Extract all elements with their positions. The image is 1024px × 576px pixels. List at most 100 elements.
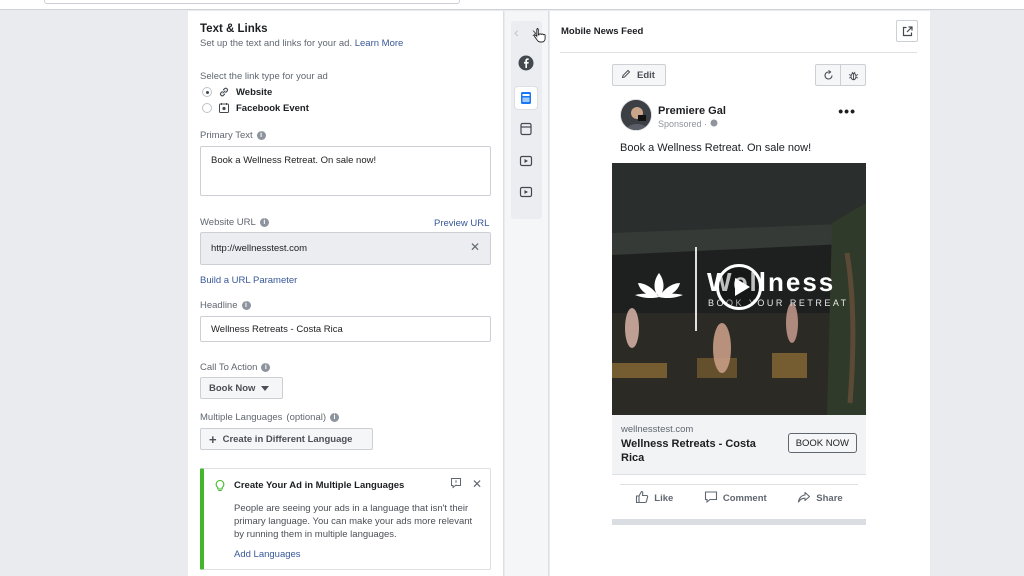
- globe-icon: [710, 119, 718, 129]
- primary-text-label-text: Primary Text: [200, 130, 253, 141]
- clear-icon[interactable]: ✕: [470, 240, 480, 254]
- caret-down-icon: [261, 385, 270, 391]
- languages-label: Multiple Languages (optional) i: [200, 412, 340, 423]
- like-label: Like: [654, 493, 674, 504]
- website-url-field[interactable]: http://wellnesstest.com ✕: [200, 232, 491, 265]
- section-title: Text & Links: [200, 23, 268, 35]
- play-icon[interactable]: [716, 264, 762, 310]
- link-preview-bar[interactable]: wellnesstest.com Wellness Retreats - Cos…: [612, 415, 866, 475]
- refresh-icon[interactable]: [816, 65, 840, 85]
- edit-button[interactable]: Edit: [612, 64, 666, 86]
- primary-text-field[interactable]: Book a Wellness Retreat. On sale now!: [200, 146, 491, 196]
- page-name[interactable]: Premiere Gal: [658, 105, 726, 117]
- lotus-logo-icon: [635, 273, 683, 299]
- preview-tools: [815, 64, 866, 86]
- info-icon[interactable]: i: [256, 131, 266, 140]
- info-icon[interactable]: i: [241, 301, 251, 310]
- plus-icon: +: [209, 431, 217, 447]
- cta-label: Call To Action i: [200, 362, 271, 373]
- video-icon[interactable]: [515, 150, 537, 172]
- preview-divider: [560, 52, 917, 53]
- info-icon[interactable]: i: [261, 363, 271, 372]
- video-alt-icon[interactable]: [515, 181, 537, 203]
- link-icon: [218, 86, 230, 98]
- section-subtitle: Set up the text and links for your ad. L…: [200, 38, 403, 49]
- create-language-label: Create in Different Language: [222, 433, 353, 445]
- website-url-label: Website URL i: [200, 217, 269, 228]
- comment-icon: [704, 490, 718, 507]
- sponsored-label: Sponsored ·: [658, 119, 718, 129]
- text-links-panel: Text & Links Set up the text and links f…: [188, 11, 504, 576]
- story-icon[interactable]: [515, 118, 537, 140]
- headline-field[interactable]: Wellness Retreats - Costa Rica: [200, 316, 491, 342]
- pencil-icon: [621, 69, 631, 82]
- tip-actions: ✕: [450, 477, 482, 492]
- radio-label-website: Website: [236, 86, 273, 98]
- post-text: Book a Wellness Retreat. On sale now!: [620, 142, 812, 154]
- post-bottom-border: [612, 519, 866, 525]
- website-url-value: http://wellnesstest.com: [211, 243, 308, 254]
- close-icon[interactable]: ✕: [472, 477, 482, 492]
- cta-dropdown[interactable]: Book Now: [200, 377, 283, 399]
- calendar-icon: [218, 102, 230, 114]
- info-icon[interactable]: i: [259, 218, 269, 227]
- bug-icon[interactable]: [840, 65, 865, 85]
- mobile-feed-post: Premiere Gal Sponsored · ••• Book a Well…: [612, 93, 866, 525]
- subtitle-text: Set up the text and links for your ad.: [200, 38, 353, 49]
- cta-dropdown-value: Book Now: [209, 382, 256, 394]
- lightbulb-icon: [214, 479, 226, 498]
- right-gutter: [930, 11, 1024, 576]
- primary-text-label: Primary Text i: [200, 130, 266, 141]
- create-language-button[interactable]: + Create in Different Language: [200, 428, 373, 450]
- add-languages-link[interactable]: Add Languages: [234, 549, 301, 560]
- more-options-icon[interactable]: •••: [838, 103, 856, 119]
- like-button[interactable]: Like: [635, 490, 673, 507]
- link-headline: Wellness Retreats - Costa Rica: [621, 438, 756, 464]
- thumbs-up-icon: [635, 490, 649, 507]
- comment-button[interactable]: Comment: [704, 490, 767, 507]
- comment-label: Comment: [722, 493, 767, 504]
- edit-label: Edit: [637, 69, 655, 81]
- website-url-label-text: Website URL: [200, 217, 256, 228]
- headline-label-text: Headline: [200, 300, 238, 311]
- info-icon[interactable]: i: [330, 413, 340, 422]
- radio-button[interactable]: [202, 103, 212, 113]
- learn-more-link[interactable]: Learn More: [355, 38, 404, 49]
- languages-tip-card: Create Your Ad in Multiple Languages ✕ P…: [200, 468, 491, 570]
- tip-body: People are seeing your ads in a language…: [234, 503, 473, 540]
- preview-url-link[interactable]: Preview URL: [434, 218, 489, 229]
- video-thumbnail[interactable]: Wellness BOOK YOUR RETREAT: [612, 163, 866, 415]
- link-type-label: Select the link type for your ad: [200, 71, 328, 82]
- hand-cursor-icon: [534, 28, 546, 43]
- facebook-icon[interactable]: [515, 52, 537, 74]
- headline-label: Headline i: [200, 300, 251, 311]
- build-url-parameter-link[interactable]: Build a URL Parameter: [200, 275, 297, 286]
- placement-strip: ‹ ›: [505, 11, 549, 576]
- book-now-button[interactable]: BOOK NOW: [787, 433, 857, 453]
- radio-label-event: Facebook Event: [236, 102, 309, 114]
- optional-text: (optional): [286, 412, 327, 423]
- cta-label-text: Call To Action: [200, 362, 258, 373]
- share-icon: [797, 490, 811, 507]
- ad-preview-panel: Mobile News Feed Edit Premiere Gal Spons…: [550, 11, 930, 576]
- sponsored-text: Sponsored ·: [658, 119, 708, 129]
- top-bar: [0, 0, 1024, 10]
- languages-label-text: Multiple Languages: [200, 412, 283, 423]
- radio-button-selected[interactable]: [202, 87, 212, 97]
- tip-title: Create Your Ad in Multiple Languages: [234, 480, 405, 491]
- prev-arrow-icon[interactable]: ‹: [514, 24, 519, 40]
- link-domain: wellnesstest.com: [621, 424, 694, 435]
- search-bar[interactable]: [44, 0, 460, 4]
- radio-website[interactable]: Website: [202, 86, 272, 98]
- feedback-icon[interactable]: [450, 477, 462, 492]
- logo-divider: [695, 247, 697, 331]
- left-gutter: [0, 11, 188, 576]
- share-label: Share: [816, 493, 843, 504]
- preview-title: Mobile News Feed: [561, 26, 644, 37]
- avatar[interactable]: [620, 99, 652, 131]
- open-external-icon[interactable]: [896, 20, 918, 42]
- feed-icon[interactable]: [515, 87, 537, 109]
- radio-facebook-event[interactable]: Facebook Event: [202, 102, 309, 114]
- post-actions: Like Comment Share: [620, 484, 858, 512]
- share-button[interactable]: Share: [797, 490, 843, 507]
